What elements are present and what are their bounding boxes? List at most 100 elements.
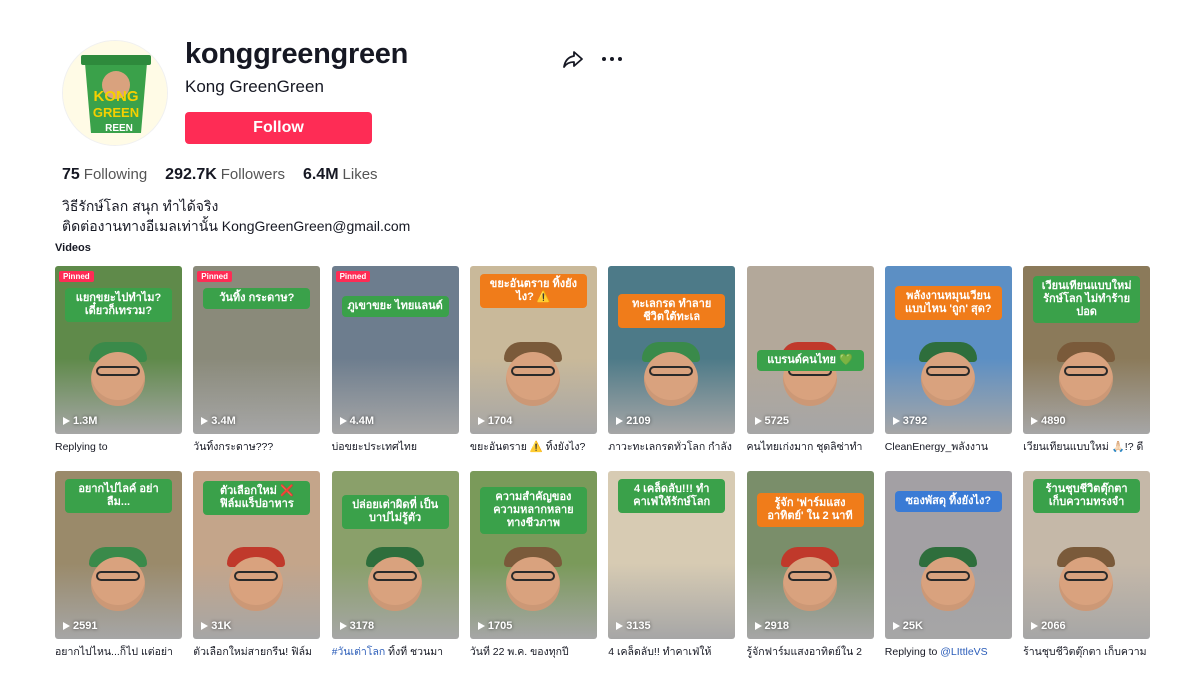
video-card[interactable]: ตัวเลือกใหม่ ❌ ฟิล์มแร็ปอาหาร 31K ตัวเลือก… xyxy=(193,471,321,659)
video-caption[interactable]: 4 เคล็ดลับ!! ทำคาเฟ่ให้ xyxy=(608,645,735,659)
video-thumbnail[interactable]: รู้จัก 'ฟาร์มแสงอาทิตย์' ใน 2 นาที 2918 xyxy=(746,471,874,639)
video-thumbnail[interactable]: แบรนด์คนไทย 💚 5725 xyxy=(746,266,874,434)
caption-text: ทิ้งที่ ชวนมา xyxy=(385,646,444,658)
video-caption[interactable]: #วันเต่าโลก ทิ้งที่ ชวนมา xyxy=(332,645,459,659)
video-card[interactable]: ความสำคัญของ ความหลากหลาย ทางชีวภาพ 1705 ว… xyxy=(469,471,597,659)
thumbnail-banner: แยกขยะไปทำไม? เดี๋ยวก็เทรวม? xyxy=(65,288,172,322)
video-thumbnail[interactable]: แยกขยะไปทำไม? เดี๋ยวก็เทรวม? Pinned 1.3M xyxy=(55,266,182,434)
video-card[interactable]: เวียนเทียนแบบใหม่ รักษ์โลก ไม่ทำร้ายปอด 4… xyxy=(1023,266,1151,454)
video-thumbnail[interactable]: ปล่อยเต่าผิดที่ เป็นบาปไม่รู้ตัว 3178 xyxy=(331,471,459,639)
video-caption[interactable]: อยากไปไหน...ก็ไป แต่อย่า xyxy=(55,645,182,659)
avatar-text-1: KONG xyxy=(94,88,139,105)
video-thumbnail[interactable]: วันทิ้ง กระดาษ? Pinned 3.4M xyxy=(193,266,321,434)
bio-line-1: วิธีรักษ์โลก สนุก ทำได้จริง xyxy=(62,198,219,214)
video-caption[interactable]: เวียนเทียนแบบใหม่ 🙏🏻!? ดี xyxy=(1023,440,1150,454)
video-caption[interactable]: Replying to @LIttleVS xyxy=(885,645,1012,659)
video-thumbnail[interactable]: ความสำคัญของ ความหลากหลาย ทางชีวภาพ 1705 xyxy=(469,471,597,639)
video-thumbnail[interactable]: เวียนเทียนแบบใหม่ รักษ์โลก ไม่ทำร้ายปอด 4… xyxy=(1023,266,1151,434)
videos-tab-label[interactable]: Videos xyxy=(55,242,91,254)
video-card[interactable]: แบรนด์คนไทย 💚 5725 คนไทยเก่งมาก ชุดลิซ่าทำ xyxy=(746,266,874,454)
glasses-icon xyxy=(510,571,555,581)
more-icon[interactable] xyxy=(600,48,624,70)
view-count-text: 2066 xyxy=(1041,620,1066,632)
video-thumbnail[interactable]: อยากไปไลค์ อย่าลืม... 2591 xyxy=(55,471,182,639)
thumbnail-banner: 4 เคล็ดลับ!!! ทำคาเฟ่ให้รักษ์โลก xyxy=(618,479,726,513)
video-card[interactable]: ขยะอันตราย ทิ้งยังไง? ⚠️ 1704 ขยะอันตราย ⚠… xyxy=(469,266,597,454)
video-thumbnail[interactable]: ตัวเลือกใหม่ ❌ ฟิล์มแร็ปอาหาร 31K xyxy=(193,471,321,639)
video-card[interactable]: ภูเขาขยะ ไทยแลนด์ Pinned 4.4M บ่อขยะประเทศไ… xyxy=(331,266,459,454)
video-thumbnail[interactable]: พลังงานหมุนเวียน แบบไหน 'ถูก' สุด? 3792 xyxy=(884,266,1012,434)
video-thumbnail[interactable]: 4 เคล็ดลับ!!! ทำคาเฟ่ให้รักษ์โลก 3135 xyxy=(608,471,736,639)
video-thumbnail[interactable]: ภูเขาขยะ ไทยแลนด์ Pinned 4.4M xyxy=(331,266,459,434)
view-count-text: 1705 xyxy=(487,620,513,632)
video-caption[interactable]: ตัวเลือกใหม่สายกรีน! ฟิล์ม xyxy=(193,645,320,659)
glasses-icon xyxy=(372,571,417,581)
play-icon xyxy=(1031,622,1039,630)
view-count-text: 1704 xyxy=(487,415,513,427)
thumbnail-banner: ขยะอันตราย ทิ้งยังไง? ⚠️ xyxy=(479,274,587,308)
person-face xyxy=(91,557,145,611)
stat-followers[interactable]: 292.7K Followers xyxy=(165,166,285,184)
play-icon xyxy=(339,622,347,630)
view-count-text: 2918 xyxy=(764,620,789,632)
glasses-icon xyxy=(649,366,694,376)
person-face xyxy=(920,557,975,611)
video-caption[interactable]: วันทิ้งกระดาษ??? xyxy=(193,440,320,454)
profile-avatar[interactable]: KONG GREEN REEN xyxy=(62,40,168,146)
video-caption[interactable]: วันที่ 22 พ.ค. ของทุกปี xyxy=(470,645,597,659)
video-caption[interactable]: CleanEnergy_พลังงาน xyxy=(885,440,1012,454)
caption-hashtag[interactable]: @LIttleVS xyxy=(940,646,987,658)
view-count: 3792 xyxy=(892,415,927,427)
glasses-icon xyxy=(96,366,140,376)
person-face xyxy=(229,557,284,611)
follow-button[interactable]: Follow xyxy=(185,112,372,144)
view-count: 2066 xyxy=(1031,620,1066,632)
video-caption[interactable]: ภาวะทะเลกรดทั่วโลก กำลัง xyxy=(608,440,735,454)
play-icon xyxy=(201,622,209,630)
view-count: 1704 xyxy=(477,415,513,427)
video-card[interactable]: รู้จัก 'ฟาร์มแสงอาทิตย์' ใน 2 นาที 2918 รู… xyxy=(746,471,874,659)
video-caption[interactable]: บ่อขยะประเทศไทย xyxy=(332,440,459,454)
video-card[interactable]: ร้านชุบชีวิตตุ๊กตา เก็บความทรงจำ 2066 ร้าน… xyxy=(1023,471,1151,659)
glasses-icon xyxy=(925,571,970,581)
caption-hashtag[interactable]: #วันเต่าโลก xyxy=(332,646,386,658)
video-caption[interactable]: ร้านชุบชีวิตตุ๊กตา เก็บความ xyxy=(1023,645,1150,659)
glasses-icon xyxy=(1064,571,1109,581)
play-icon xyxy=(339,417,347,425)
view-count-text: 4890 xyxy=(1041,415,1066,427)
video-card[interactable]: อยากไปไลค์ อย่าลืม... 2591 อยากไปไหน...ก็ไ… xyxy=(55,471,182,659)
video-caption[interactable]: Replying to xyxy=(55,440,182,454)
glasses-icon xyxy=(787,571,832,581)
view-count: 1.3M xyxy=(63,415,97,427)
video-thumbnail[interactable]: ร้านชุบชีวิตตุ๊กตา เก็บความทรงจำ 2066 xyxy=(1023,471,1151,639)
play-icon xyxy=(477,417,485,425)
video-card[interactable]: ซองพัสดุ ทิ้งยังไง? 25K Replying to @LIttl… xyxy=(884,471,1012,659)
view-count: 3178 xyxy=(339,620,374,632)
video-caption[interactable]: รู้จักฟาร์มแสงอาทิตย์ใน 2 xyxy=(747,645,874,659)
video-card[interactable]: 4 เคล็ดลับ!!! ทำคาเฟ่ให้รักษ์โลก 3135 4 เค… xyxy=(608,471,736,659)
video-card[interactable]: วันทิ้ง กระดาษ? Pinned 3.4M วันทิ้งกระดาษ??… xyxy=(193,266,321,454)
video-thumbnail[interactable]: ซองพัสดุ ทิ้งยังไง? 25K xyxy=(884,471,1012,639)
video-card[interactable]: พลังงานหมุนเวียน แบบไหน 'ถูก' สุด? 3792 Cl… xyxy=(884,266,1012,454)
view-count: 2591 xyxy=(63,620,97,632)
thumbnail-banner: ทะเลกรด ทำลายชีวิตใต้ทะเล xyxy=(618,294,726,328)
play-icon xyxy=(201,417,209,425)
video-caption[interactable]: ขยะอันตราย ⚠️ ทิ้งยังไง? xyxy=(470,440,597,454)
view-count: 31K xyxy=(201,620,231,632)
thumbnail-banner: แบรนด์คนไทย 💚 xyxy=(756,350,864,371)
share-icon[interactable] xyxy=(562,48,584,70)
video-thumbnail[interactable]: ทะเลกรด ทำลายชีวิตใต้ทะเล 2109 xyxy=(608,266,736,434)
stat-following[interactable]: 75 Following xyxy=(62,166,147,184)
avatar-text-3: REEN xyxy=(105,123,133,134)
view-count: 2109 xyxy=(616,415,651,427)
video-caption[interactable]: คนไทยเก่งมาก ชุดลิซ่าทำ xyxy=(747,440,874,454)
video-card[interactable]: แยกขยะไปทำไม? เดี๋ยวก็เทรวม? Pinned 1.3M Re… xyxy=(55,266,182,454)
person-face xyxy=(920,352,975,406)
thumbnail-banner: เวียนเทียนแบบใหม่ รักษ์โลก ไม่ทำร้ายปอด xyxy=(1033,276,1141,323)
play-icon xyxy=(616,622,624,630)
play-icon xyxy=(892,417,900,425)
video-card[interactable]: ปล่อยเต่าผิดที่ เป็นบาปไม่รู้ตัว 3178 #วัน… xyxy=(331,471,459,659)
video-card[interactable]: ทะเลกรด ทำลายชีวิตใต้ทะเล 2109 ภาวะทะเลกรด… xyxy=(608,266,736,454)
glasses-icon xyxy=(510,366,555,376)
video-thumbnail[interactable]: ขยะอันตราย ทิ้งยังไง? ⚠️ 1704 xyxy=(469,266,597,434)
